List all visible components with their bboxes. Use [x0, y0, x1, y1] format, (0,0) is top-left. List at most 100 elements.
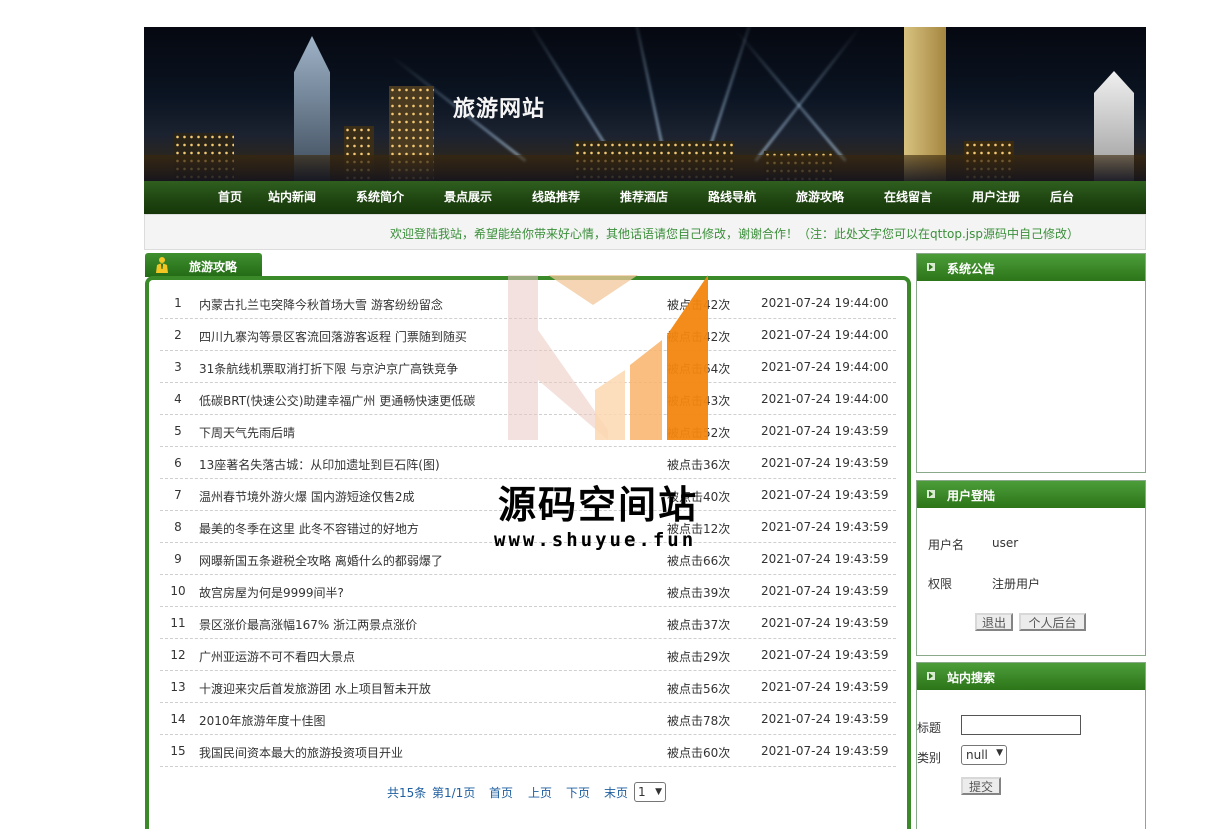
pager-last-link[interactable]: 末页	[604, 784, 628, 801]
announcement-panel: 系统公告	[916, 253, 1146, 473]
search-submit-button[interactable]: 提交	[961, 777, 1001, 795]
row-hits: 被点击66次	[667, 554, 731, 568]
guides-tab-label: 旅游攻略	[189, 260, 238, 274]
row-title-link[interactable]: 下周天气先雨后晴	[199, 424, 295, 441]
row-title-link[interactable]: 网曝新国五条避税全攻略 离婚什么的都弱爆了	[199, 552, 443, 569]
row-title-link[interactable]: 十渡迎来灾后首发旅游团 水上项目暂未开放	[199, 680, 431, 697]
row-number: 3	[174, 360, 182, 374]
announcement-header: 系统公告	[917, 254, 1145, 281]
row-hits: 被点击43次	[667, 394, 731, 408]
row-title-link[interactable]: 我国民间资本最大的旅游投资项目开业	[199, 744, 403, 761]
row-hits: 被点击56次	[667, 682, 731, 696]
site-title: 旅游网站	[453, 96, 546, 122]
row-number: 12	[170, 648, 186, 662]
table-row: 5 下周天气先雨后晴 被点击52次 2021-07-24 19:43:59	[160, 415, 896, 447]
arrow-right-icon	[927, 263, 935, 271]
table-row: 11 景区涨价最高涨幅167% 浙江两景点涨价 被点击37次 2021-07-24 1…	[160, 607, 896, 639]
row-date: 2021-07-24 19:43:59	[761, 584, 889, 598]
pager-next-link[interactable]: 下页	[566, 784, 590, 801]
pager-total: 共15条	[387, 786, 427, 800]
row-title-link[interactable]: 31条航线机票取消打折下限 与京沪京广高铁竞争	[199, 360, 458, 377]
row-title-link[interactable]: 内蒙古扎兰屯突降今秋首场大雪 游客纷纷留念	[199, 296, 443, 313]
nav-messages[interactable]: 在线留言	[884, 181, 932, 214]
nav-guides[interactable]: 旅游攻略	[796, 181, 844, 214]
row-number: 6	[174, 456, 182, 470]
row-title-link[interactable]: 最美的冬季在这里 此冬不容错过的好地方	[199, 520, 419, 537]
row-title-link[interactable]: 景区涨价最高涨幅167% 浙江两景点涨价	[199, 616, 417, 633]
main-nav: 首页 站内新闻 系统简介 景点展示 线路推荐 推荐酒店 路线导航 旅游攻略 在线…	[144, 181, 1146, 214]
row-number: 5	[174, 424, 182, 438]
table-row: 15 我国民间资本最大的旅游投资项目开业 被点击60次 2021-07-24 19:4…	[160, 735, 896, 767]
welcome-marquee: 欢迎登陆我站，希望能给你带来好心情，其他话语请您自己修改，谢谢合作！（注：此处文…	[144, 214, 1146, 250]
harbor-water	[144, 155, 1146, 181]
row-number: 9	[174, 552, 182, 566]
row-hits: 被点击37次	[667, 618, 731, 632]
nav-register[interactable]: 用户注册	[972, 181, 1020, 214]
user-admin-button[interactable]: 个人后台	[1019, 613, 1086, 631]
search-category-select[interactable]: null ▼	[961, 745, 1007, 765]
row-title-link[interactable]: 故宫房屋为何是9999间半?	[199, 584, 344, 601]
nav-admin[interactable]: 后台	[1050, 181, 1074, 214]
pager-first-link[interactable]: 首页	[489, 784, 513, 801]
row-title-link[interactable]: 2010年旅游年度十佳图	[199, 712, 326, 729]
row-title-link[interactable]: 四川九寨沟等景区客流回落游客返程 门票随到随买	[199, 328, 467, 345]
logout-button[interactable]: 退出	[975, 613, 1013, 631]
nav-home[interactable]: 首页	[212, 181, 248, 214]
row-date: 2021-07-24 19:44:00	[761, 360, 889, 374]
table-row: 4 低碳BRT(快速公交)助建幸福广州 更通畅快速更低碳 被点击43次 2021-07…	[160, 383, 896, 415]
row-date: 2021-07-24 19:43:59	[761, 744, 889, 758]
row-hits: 被点击42次	[667, 298, 731, 312]
table-row: 12 广州亚运游不可不看四大景点 被点击29次 2021-07-24 19:43:59	[160, 639, 896, 671]
nav-about[interactable]: 系统简介	[356, 181, 404, 214]
page-select[interactable]: 1 ▼	[634, 782, 666, 802]
row-date: 2021-07-24 19:43:59	[761, 616, 889, 630]
row-title-link[interactable]: 温州春节境外游火爆 国内游短途仅售2成	[199, 488, 414, 505]
pager-page-info: 第1/1页	[432, 786, 476, 800]
row-number: 10	[170, 584, 186, 598]
nav-hotels[interactable]: 推荐酒店	[620, 181, 668, 214]
row-date: 2021-07-24 19:43:59	[761, 456, 889, 470]
search-panel: 站内搜索 标题 类别 null ▼ 提交	[916, 662, 1146, 829]
row-hits: 被点击36次	[667, 458, 731, 472]
arrow-right-icon	[927, 672, 935, 680]
row-title-link[interactable]: 低碳BRT(快速公交)助建幸福广州 更通畅快速更低碳	[199, 392, 475, 409]
search-light-beam	[754, 27, 862, 162]
role-label: 权限	[928, 577, 953, 591]
row-hits: 被点击64次	[667, 362, 731, 376]
search-title-label: 标题	[917, 721, 942, 735]
row-number: 11	[170, 616, 186, 630]
search-header: 站内搜索	[917, 663, 1145, 690]
search-category-label: 类别	[917, 751, 942, 765]
row-date: 2021-07-24 19:43:59	[761, 552, 889, 566]
login-header: 用户登陆	[917, 481, 1145, 508]
table-row: 3 31条航线机票取消打折下限 与京沪京广高铁竞争 被点击64次 2021-07-24…	[160, 351, 896, 383]
row-title-link[interactable]: 广州亚运游不可不看四大景点	[199, 648, 355, 665]
user-icon	[156, 257, 168, 273]
table-row: 14 2010年旅游年度十佳图 被点击78次 2021-07-24 19:43:59	[160, 703, 896, 735]
nav-navigation[interactable]: 路线导航	[708, 181, 756, 214]
row-hits: 被点击42次	[667, 330, 731, 344]
chevron-down-icon: ▼	[655, 787, 662, 797]
nav-routes[interactable]: 线路推荐	[532, 181, 580, 214]
row-date: 2021-07-24 19:43:59	[761, 648, 889, 662]
role-value: 注册用户	[992, 577, 1041, 591]
row-number: 1	[174, 296, 182, 310]
username-label: 用户名	[928, 538, 965, 552]
search-category-value: null	[966, 748, 988, 762]
nav-attractions[interactable]: 景点展示	[444, 181, 492, 214]
announcement-title: 系统公告	[947, 262, 996, 276]
pager-prev-link[interactable]: 上页	[528, 784, 552, 801]
row-date: 2021-07-24 19:43:59	[761, 488, 889, 502]
row-title-link[interactable]: 13座著名失落古城：从印加遗址到巨石阵(图)	[199, 456, 440, 473]
nav-news[interactable]: 站内新闻	[268, 181, 316, 214]
row-number: 4	[174, 392, 182, 406]
search-title-input[interactable]	[961, 715, 1081, 735]
row-number: 13	[170, 680, 186, 694]
row-number: 2	[174, 328, 182, 342]
search-light-beam	[735, 29, 847, 162]
row-hits: 被点击39次	[667, 586, 731, 600]
row-date: 2021-07-24 19:43:59	[761, 680, 889, 694]
row-date: 2021-07-24 19:43:59	[761, 520, 889, 534]
row-number: 7	[174, 488, 182, 502]
row-number: 14	[170, 712, 186, 726]
